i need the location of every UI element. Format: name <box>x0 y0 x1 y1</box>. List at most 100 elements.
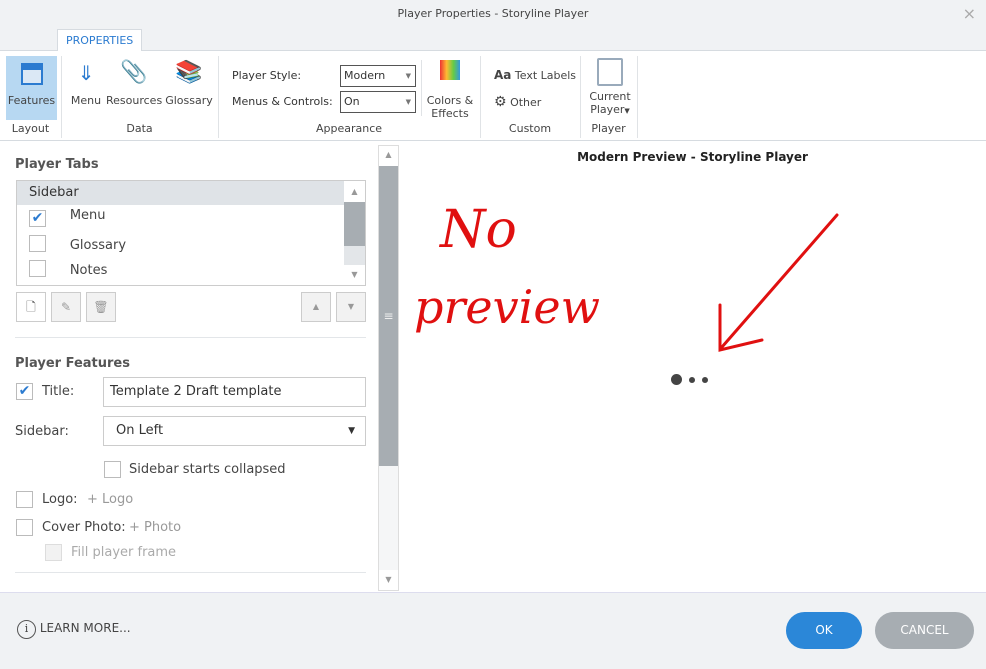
scroll-up-icon[interactable]: ▲ <box>379 146 398 166</box>
list-item[interactable]: Notes <box>29 260 107 281</box>
group-layout: Layout <box>11 122 50 135</box>
sidebar-collapsed-checkbox[interactable] <box>104 461 121 478</box>
new-page-icon: 🗋 <box>26 300 36 314</box>
group-custom: Custom <box>508 122 552 135</box>
features-button[interactable]: Features <box>6 56 57 120</box>
menu-label: Menu <box>70 94 102 107</box>
logo-label: Logo: <box>42 492 78 507</box>
annotation-preview: preview <box>414 280 600 334</box>
player-tabs-list: Sidebar ✔ Menu Glossary Notes ▲ ▼ <box>16 180 366 286</box>
scroll-up-icon[interactable]: ▲ <box>344 181 365 202</box>
ribbon-tab-strip <box>0 27 986 51</box>
list-scrollbar[interactable]: ▲ ▼ <box>344 181 365 285</box>
list-item[interactable]: Glossary <box>29 235 126 256</box>
sidebar-value: On Left <box>116 423 164 438</box>
resources-label: Resources <box>106 94 163 107</box>
menus-controls-label: Menus & Controls: <box>232 95 333 108</box>
dropdown-arrow-icon: ▼ <box>405 72 411 80</box>
player-features-heading: Player Features <box>15 356 130 371</box>
gear-icon: ⚙ <box>494 94 507 110</box>
features-label: Features <box>7 94 56 107</box>
player-style-label: Player Style: <box>232 69 302 82</box>
arrow-up-icon: ▲ <box>312 302 320 311</box>
current-label: Current <box>589 90 631 103</box>
menu-button[interactable]: ⇓ Menu <box>68 58 104 107</box>
text-labels-button[interactable]: Aa Text Labels <box>494 68 576 82</box>
loading-indicator-icon <box>671 374 708 388</box>
item-label: Glossary <box>69 238 127 253</box>
item-label: Menu <box>69 208 106 223</box>
trash-icon: 🗑 <box>93 300 109 314</box>
move-down-button[interactable]: ▼ <box>336 292 366 322</box>
paperclip-icon: 📎 <box>120 60 148 85</box>
new-tab-button[interactable]: 🗋 <box>16 292 46 322</box>
cover-photo-checkbox[interactable] <box>16 519 33 536</box>
annotation-no: No <box>440 200 517 260</box>
list-item[interactable]: ✔ Menu <box>29 208 106 227</box>
edit-tab-button[interactable]: ✎ <box>51 292 81 322</box>
info-icon: i <box>17 620 36 639</box>
checkbox-menu[interactable]: ✔ <box>29 210 46 227</box>
features-icon <box>20 63 43 85</box>
resources-button[interactable]: 📎 Resources <box>106 58 162 107</box>
other-button[interactable]: ⚙ Other <box>494 94 541 110</box>
sidebar-label: Sidebar: <box>15 424 69 439</box>
annotation-arrow-icon <box>718 213 839 352</box>
menus-controls-select[interactable]: On ▼ <box>340 91 416 113</box>
item-label: Notes <box>69 263 108 278</box>
scroll-thumb[interactable]: ≡ <box>379 166 398 466</box>
cancel-button[interactable]: CANCEL <box>875 612 974 649</box>
text-labels-label: Text Labels <box>514 69 577 82</box>
dropdown-arrow-icon: ▼ <box>348 426 355 436</box>
menu-icon: ⇓ <box>77 61 95 85</box>
title-input[interactable]: Template 2 Draft template <box>103 377 366 407</box>
preview-title: Modern Preview - Storyline Player <box>577 150 808 164</box>
add-photo-link[interactable]: + Photo <box>129 520 181 535</box>
scroll-down-icon[interactable]: ▼ <box>379 570 398 590</box>
checkbox-notes[interactable] <box>29 260 46 277</box>
other-label: Other <box>510 96 542 109</box>
group-player: Player <box>591 122 626 135</box>
colors-label: Colors & <box>426 94 474 107</box>
group-data: Data <box>126 122 153 135</box>
scroll-down-icon[interactable]: ▼ <box>344 265 365 285</box>
menus-controls-value: On <box>344 95 360 108</box>
edit-icon: ✎ <box>60 300 72 314</box>
title-label: Title: <box>42 384 75 399</box>
sidebar-select[interactable]: On Left ▼ <box>103 416 366 446</box>
current-player-button[interactable]: Current Player▼ <box>586 58 634 118</box>
close-button[interactable]: × <box>963 0 976 27</box>
dropdown-arrow-icon: ▼ <box>624 107 630 115</box>
list-group-sidebar[interactable]: Sidebar <box>17 181 344 205</box>
arrow-down-icon: ▼ <box>347 302 355 311</box>
delete-tab-button[interactable]: 🗑 <box>86 292 116 322</box>
move-up-button[interactable]: ▲ <box>301 292 331 322</box>
title-checkbox[interactable]: ✔ <box>16 383 33 400</box>
colors-effects-button[interactable]: Colors & Effects <box>424 58 476 120</box>
window-title: Player Properties - Storyline Player <box>0 0 986 27</box>
glossary-icon: 📚 <box>175 60 203 85</box>
fill-frame-checkbox[interactable] <box>45 544 62 561</box>
group-appearance: Appearance <box>315 122 383 135</box>
dropdown-arrow-icon: ▼ <box>405 98 411 106</box>
fill-frame-label: Fill player frame <box>71 545 177 560</box>
player-wrench-icon <box>597 58 623 86</box>
ok-button[interactable]: OK <box>786 612 862 649</box>
add-logo-link[interactable]: + Logo <box>87 492 133 507</box>
learn-more-label: LEARN MORE... <box>39 621 131 635</box>
player-label: Player <box>590 103 625 116</box>
checkbox-glossary[interactable] <box>29 235 46 252</box>
cover-photo-label: Cover Photo: <box>42 520 126 535</box>
tab-properties[interactable]: PROPERTIES <box>57 29 143 51</box>
glossary-button[interactable]: 📚 Glossary <box>165 58 213 107</box>
player-style-select[interactable]: Modern ▼ <box>340 65 416 87</box>
sidebar-collapsed-label: Sidebar starts collapsed <box>129 462 286 477</box>
panel-scrollbar[interactable]: ▲ ≡ ▼ <box>378 145 399 591</box>
effects-label: Effects <box>431 107 469 120</box>
palette-icon <box>440 60 460 80</box>
player-style-value: Modern <box>344 69 386 82</box>
scroll-thumb[interactable] <box>344 202 365 246</box>
learn-more-link[interactable]: i LEARN MORE... <box>17 620 131 639</box>
player-tabs-heading: Player Tabs <box>15 157 99 172</box>
logo-checkbox[interactable] <box>16 491 33 508</box>
